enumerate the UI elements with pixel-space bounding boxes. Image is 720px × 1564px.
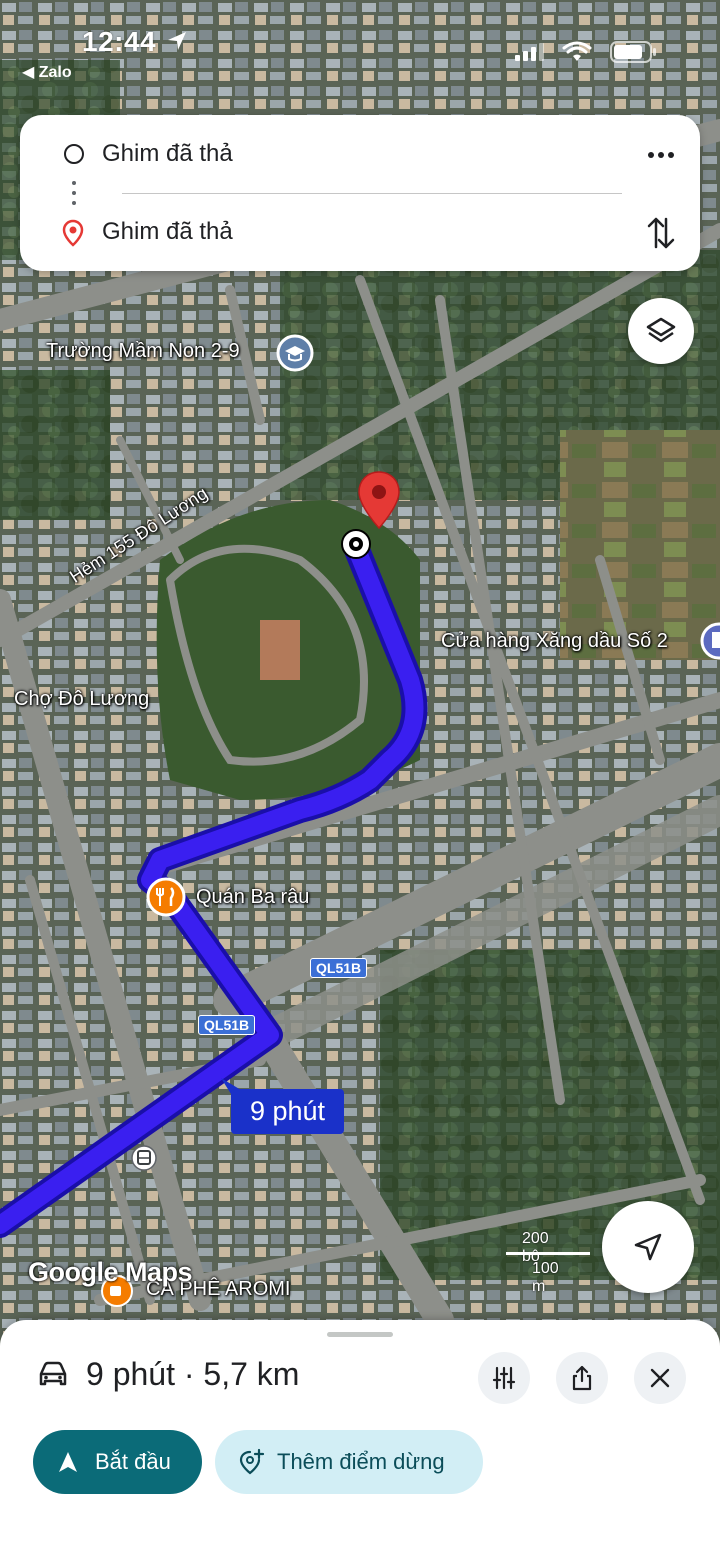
road-shield-ql51b: QL51B — [310, 958, 368, 978]
navigation-arrow-icon — [634, 1233, 662, 1261]
sheet-drag-handle[interactable] — [327, 1332, 393, 1337]
directions-sheet: 9 phút · 5,7 km Bắt đầu Thêm điểm dừng — [0, 1320, 720, 1564]
destination-pin-icon[interactable] — [356, 470, 402, 530]
add-location-icon — [239, 1448, 265, 1475]
destination-row[interactable]: Ghim đã thả — [20, 207, 700, 257]
route-options-button[interactable] — [478, 1352, 530, 1404]
back-to-app[interactable]: ◀ Zalo — [22, 62, 72, 82]
place-label-market[interactable]: Chợ Đô Lương — [14, 688, 149, 711]
status-time: 12:44 — [82, 26, 157, 57]
more-options-icon[interactable] — [646, 140, 676, 170]
bus-stop-icon[interactable] — [130, 1144, 158, 1172]
route-summary: 9 phút · 5,7 km — [86, 1356, 300, 1392]
destination-pin-outline-icon — [62, 219, 84, 247]
start-navigation-button[interactable]: Bắt đầu — [33, 1430, 202, 1494]
origin-marker[interactable] — [339, 527, 373, 561]
place-label-restaurant[interactable]: Quán Ba râu — [196, 886, 309, 909]
add-stop-button[interactable]: Thêm điểm dừng — [215, 1430, 483, 1494]
place-label-school[interactable]: Trường Mầm Non 2-9 — [46, 340, 240, 363]
wifi-icon — [562, 41, 592, 61]
share-button[interactable] — [556, 1352, 608, 1404]
close-button[interactable] — [634, 1352, 686, 1404]
layers-icon — [646, 317, 676, 343]
google-maps-logo: Google Maps — [28, 1257, 193, 1287]
route-time-badge[interactable]: 9 phút — [231, 1089, 344, 1134]
origin-row[interactable]: Ghim đã thả — [20, 129, 700, 179]
restaurant-icon[interactable] — [146, 877, 186, 917]
road-shield-ql51b: QL51B — [198, 1015, 256, 1035]
add-stop-label: Thêm điểm dừng — [277, 1449, 445, 1474]
location-arrow-icon — [168, 32, 186, 50]
swap-direction-icon[interactable] — [646, 213, 676, 253]
back-app-label: Zalo — [38, 64, 72, 81]
layers-button[interactable] — [628, 298, 694, 364]
car-icon — [39, 1361, 67, 1386]
gas-station-icon[interactable] — [700, 622, 720, 660]
my-location-button[interactable] — [602, 1201, 694, 1293]
sliders-icon — [492, 1366, 516, 1390]
school-icon[interactable] — [276, 334, 314, 372]
navigation-start-icon — [59, 1452, 77, 1472]
origin-field[interactable]: Ghim đã thả — [102, 140, 233, 168]
origin-circle-icon — [64, 144, 84, 164]
destination-field[interactable]: Ghim đã thả — [102, 218, 233, 246]
share-icon — [572, 1365, 592, 1391]
start-label: Bắt đầu — [95, 1449, 171, 1474]
place-label-gas-station[interactable]: Cửa hàng Xăng dầu Số 2 — [441, 630, 668, 653]
scale-metric: 100 m — [532, 1260, 559, 1295]
route-card: Ghim đã thả Ghim đã thả — [20, 115, 700, 271]
close-icon — [650, 1368, 670, 1388]
status-bar: 12:44 ◀ Zalo — [0, 0, 720, 90]
route-divider — [122, 193, 622, 194]
cellular-signal-icon — [515, 43, 544, 61]
battery-icon — [610, 41, 656, 63]
